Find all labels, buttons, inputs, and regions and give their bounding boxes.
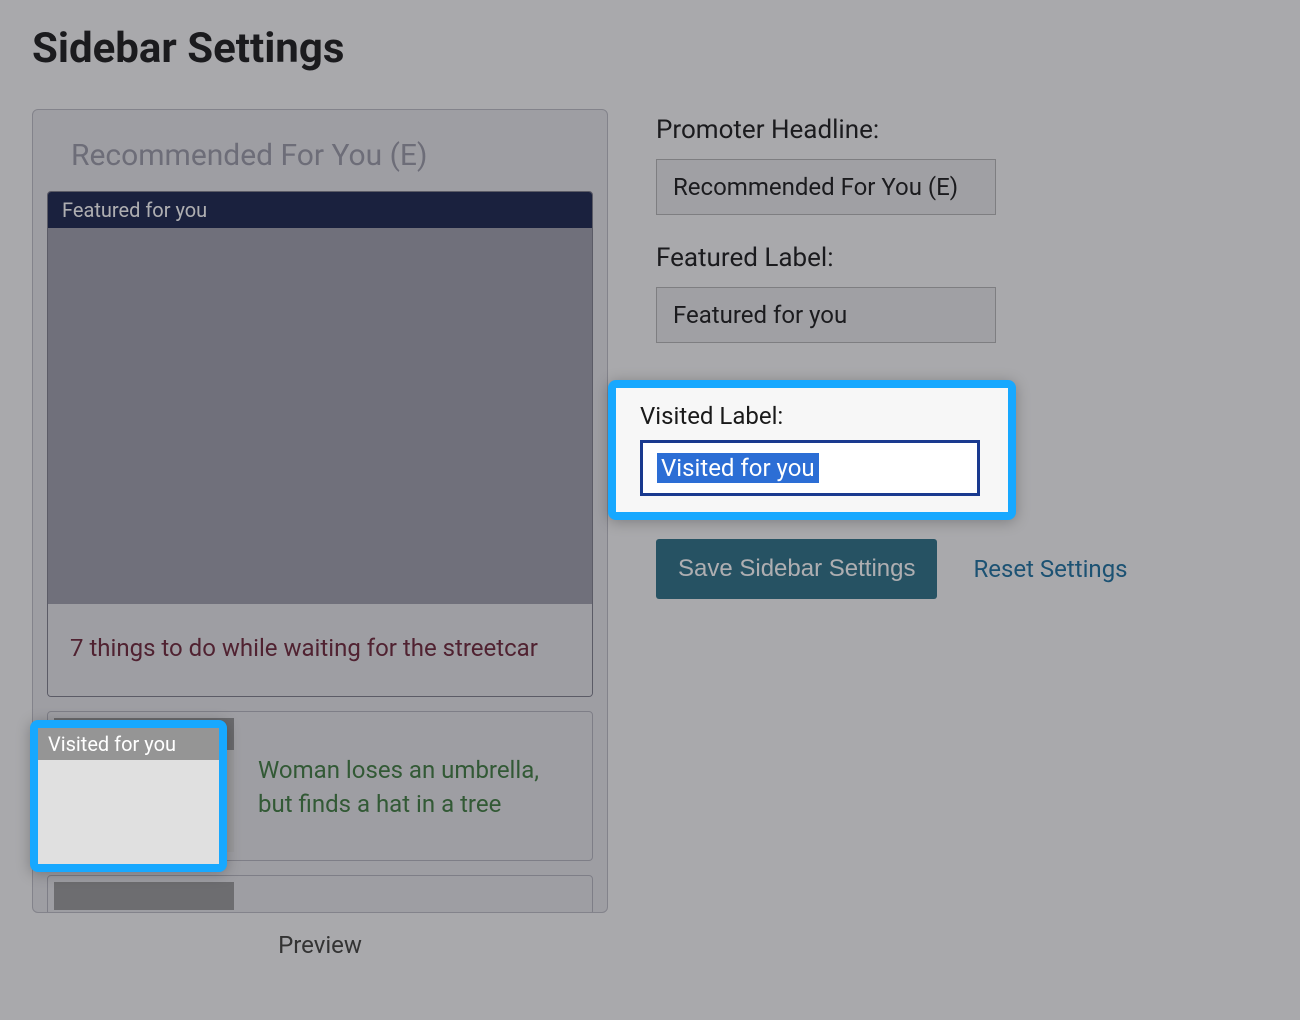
preview-headline: Recommended For You (E) [33,110,607,191]
featured-label-label: Featured Label: [656,243,1216,273]
preview-column: Recommended For You (E) Featured for you… [32,109,608,959]
preview-featured-badge: Featured for you [48,192,592,228]
preview-featured-card: Featured for you 7 things to do while wa… [47,191,593,697]
highlight-visited-form: Visited Label: Visited for you [608,380,1016,520]
featured-label-input[interactable] [656,287,996,343]
preview-featured-title: 7 things to do while waiting for the str… [48,604,592,696]
preview-caption: Preview [32,913,608,959]
preview-featured-image [48,228,592,604]
visited-label-label: Visited Label: [640,402,984,430]
visited-label-input[interactable]: Visited for you [640,440,980,496]
sidebar-preview-box: Recommended For You (E) Featured for you… [32,109,608,913]
reset-link[interactable]: Reset Settings [973,555,1127,583]
settings-form: Promoter Headline: Featured Label: Save … [656,109,1216,959]
promoter-headline-input[interactable] [656,159,996,215]
preview-third-card [47,875,593,913]
preview-visited-card: Visited for you Woman loses an umbrella,… [47,711,593,861]
page-title: Sidebar Settings [32,24,1268,73]
preview-visited-title: Woman loses an umbrella, but finds a hat… [240,712,592,860]
preview-visited-thumb: Visited for you [54,718,234,852]
promoter-headline-label: Promoter Headline: [656,115,1216,145]
save-button[interactable]: Save Sidebar Settings [656,539,937,599]
visited-label-input-value: Visited for you [657,453,819,483]
preview-third-thumb [54,882,234,910]
preview-visited-badge: Visited for you [54,718,234,750]
